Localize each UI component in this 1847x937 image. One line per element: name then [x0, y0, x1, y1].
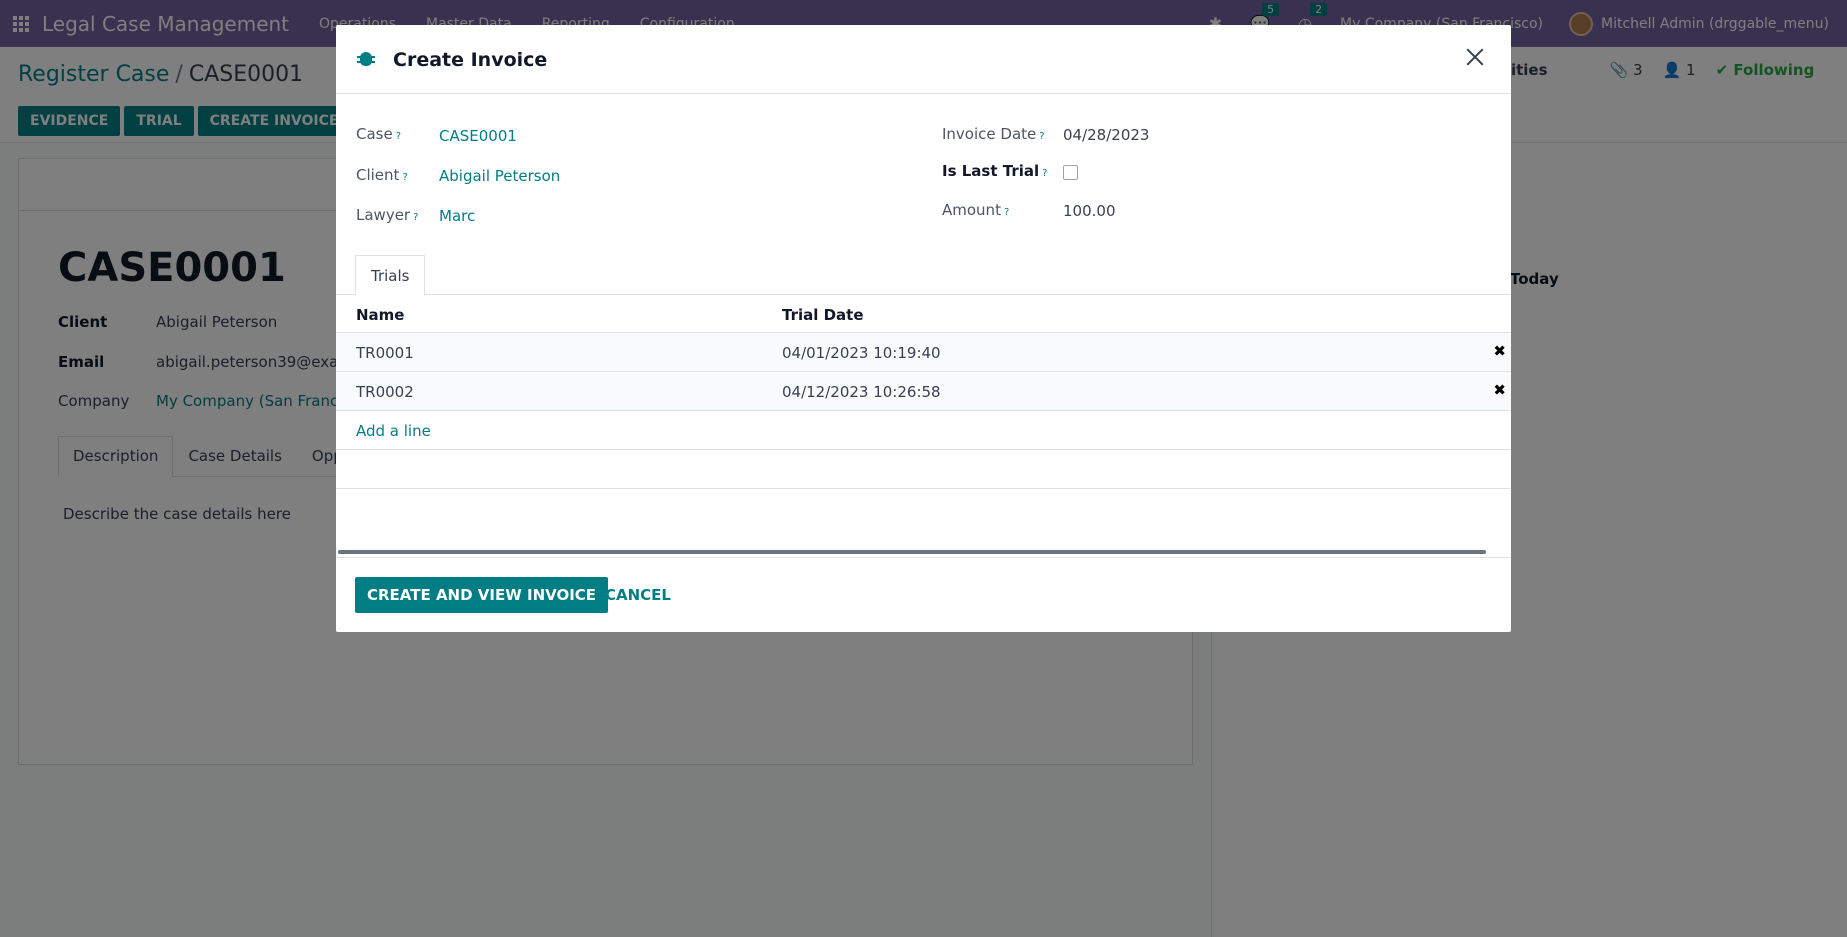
horizontal-scrollbar[interactable]	[338, 550, 1486, 554]
table-header-row: Name Trial Date	[336, 295, 1511, 333]
lawyer-field-label: Lawyer?	[356, 206, 418, 224]
is-last-trial-checkbox[interactable]	[1063, 165, 1078, 180]
modal-header: Create Invoice	[336, 25, 1511, 94]
is-last-trial-help-icon[interactable]: ?	[1042, 168, 1047, 179]
amount-field[interactable]: 100.00	[1063, 202, 1116, 220]
lawyer-help-icon[interactable]: ?	[413, 212, 418, 223]
case-field[interactable]: CASE0001	[439, 127, 517, 145]
bug-icon	[357, 52, 375, 66]
table-row[interactable]: TR0001 04/01/2023 10:19:40 ✖	[336, 333, 1511, 372]
invoice-date-label: Invoice Date	[942, 125, 1037, 143]
client-label: Client	[356, 166, 400, 184]
client-field-label: Client?	[356, 166, 408, 184]
table-row[interactable]: TR0002 04/12/2023 10:26:58 ✖	[336, 372, 1511, 411]
amount-help-icon[interactable]: ?	[1004, 207, 1009, 218]
amount-field-label: Amount?	[942, 201, 1009, 219]
client-help-icon[interactable]: ?	[402, 172, 407, 183]
delete-row-icon[interactable]: ✖	[1493, 381, 1506, 399]
row-trial-date-cell[interactable]: 04/12/2023 10:26:58	[782, 383, 941, 401]
invoice-date-help-icon[interactable]: ?	[1039, 131, 1044, 142]
create-invoice-dialog: Create Invoice Case? CASE0001 Client? Ab…	[336, 25, 1511, 632]
delete-row-icon[interactable]: ✖	[1493, 342, 1506, 360]
invoice-date-field-label: Invoice Date?	[942, 125, 1045, 143]
row-name-cell[interactable]: TR0002	[356, 383, 414, 401]
modal-footer: CREATE AND VIEW INVOICE CANCEL	[336, 557, 1511, 632]
modal-title: Create Invoice	[393, 49, 548, 71]
trials-table: Name Trial Date TR0001 04/01/2023 10:19:…	[336, 295, 1511, 489]
column-header-name[interactable]: Name	[356, 306, 404, 324]
case-help-icon[interactable]: ?	[396, 131, 401, 142]
invoice-date-field[interactable]: 04/28/2023	[1063, 126, 1149, 144]
modal-tabs: Trials	[336, 255, 1511, 296]
lawyer-label: Lawyer	[356, 206, 411, 224]
case-field-label: Case?	[356, 125, 401, 143]
cancel-button[interactable]: CANCEL	[597, 577, 679, 613]
column-header-trial-date[interactable]: Trial Date	[782, 306, 864, 324]
case-label: Case	[356, 125, 393, 143]
add-line-link[interactable]: Add a line	[356, 422, 431, 440]
row-name-cell[interactable]: TR0001	[356, 344, 414, 362]
lawyer-field[interactable]: Marc	[439, 207, 475, 225]
close-icon[interactable]	[1463, 45, 1487, 69]
add-line-row: Add a line	[336, 411, 1511, 450]
is-last-trial-field-label: Is Last Trial?	[942, 162, 1047, 180]
create-and-view-invoice-button[interactable]: CREATE AND VIEW INVOICE	[355, 577, 609, 613]
is-last-trial-label: Is Last Trial	[942, 162, 1040, 180]
tab-trials[interactable]: Trials	[355, 255, 426, 296]
amount-label: Amount	[942, 201, 1001, 219]
row-trial-date-cell[interactable]: 04/01/2023 10:19:40	[782, 344, 941, 362]
empty-row	[336, 450, 1511, 489]
client-field[interactable]: Abigail Peterson	[439, 167, 560, 185]
